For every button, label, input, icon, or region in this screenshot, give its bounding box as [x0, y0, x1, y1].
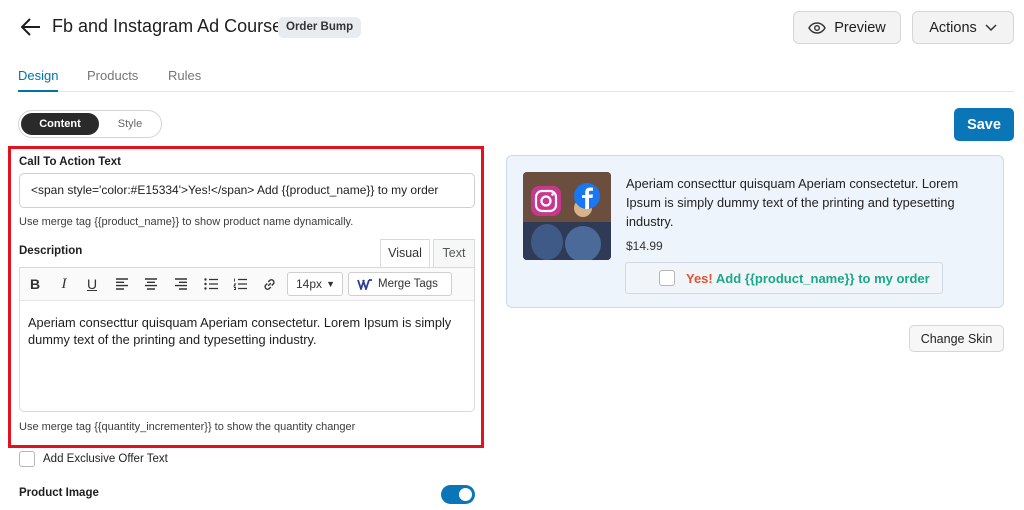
- product-image-toggle[interactable]: [441, 485, 475, 504]
- editor-toolbar: B I U 14px ▼ Merge Tags: [20, 268, 474, 301]
- merge-tags-logo-icon: [357, 278, 372, 290]
- chevron-down-icon: [985, 23, 997, 31]
- bullet-list-icon[interactable]: [200, 273, 222, 295]
- tab-design[interactable]: Design: [18, 68, 58, 83]
- change-skin-button[interactable]: Change Skin: [909, 325, 1004, 352]
- actions-button[interactable]: Actions: [912, 11, 1014, 44]
- tab-visual[interactable]: Visual: [380, 239, 430, 268]
- font-size-value: 14px: [296, 277, 323, 291]
- product-image-label: Product Image: [19, 487, 99, 499]
- description-label: Description: [19, 245, 83, 257]
- arrow-left-icon: [21, 18, 40, 36]
- tab-products[interactable]: Products: [87, 68, 138, 83]
- segment-content[interactable]: Content: [21, 113, 99, 135]
- align-center-icon[interactable]: [140, 273, 162, 295]
- actions-label: Actions: [929, 19, 977, 36]
- underline-icon[interactable]: U: [81, 273, 103, 295]
- tab-bar: Design Products Rules: [18, 62, 1014, 92]
- tab-rules[interactable]: Rules: [168, 68, 201, 83]
- cta-text-input[interactable]: <span style='color:#E15334'>Yes!</span> …: [19, 173, 475, 208]
- exclusive-offer-label: Add Exclusive Offer Text: [43, 453, 168, 465]
- preview-cta-yes: Yes!: [686, 270, 713, 286]
- tab-text[interactable]: Text: [433, 239, 475, 267]
- order-bump-preview: Aperiam consecttur quisquam Aperiam cons…: [506, 155, 1004, 308]
- align-left-icon[interactable]: [111, 273, 133, 295]
- eye-icon: [808, 21, 827, 34]
- preview-description: Aperiam consecttur quisquam Aperiam cons…: [626, 176, 959, 229]
- description-text[interactable]: Aperiam consecttur quisquam Aperiam cons…: [28, 314, 458, 348]
- numbered-list-icon[interactable]: [229, 273, 251, 295]
- preview-cta-checkbox[interactable]: [659, 270, 675, 286]
- bold-icon[interactable]: B: [24, 273, 46, 295]
- save-button[interactable]: Save: [954, 108, 1014, 141]
- exclusive-offer-checkbox[interactable]: [19, 451, 35, 467]
- cta-label: Call To Action Text: [19, 156, 122, 168]
- preview-cta-text: Add {{product_name}} to my order: [715, 270, 930, 286]
- tab-active-indicator: [18, 90, 58, 92]
- toggle-knob: [459, 488, 472, 501]
- content-style-switch: Content Style: [18, 110, 162, 138]
- cta-help-text: Use merge tag {{product_name}} to show p…: [19, 216, 354, 228]
- preview-label: Preview: [834, 19, 886, 36]
- font-size-select[interactable]: 14px ▼: [287, 272, 343, 296]
- caret-down-icon: ▼: [326, 279, 335, 289]
- preview-price: $14.99: [626, 239, 663, 253]
- back-button[interactable]: [18, 14, 44, 40]
- merge-tags-button[interactable]: Merge Tags: [348, 272, 452, 296]
- product-photo-illustration: [523, 172, 611, 260]
- merge-tags-label: Merge Tags: [378, 278, 438, 290]
- product-image: [523, 172, 611, 260]
- link-icon[interactable]: [258, 273, 280, 295]
- description-help-text: Use merge tag {{quantity_incrementer}} t…: [19, 421, 356, 433]
- italic-icon[interactable]: I: [53, 273, 75, 295]
- preview-button[interactable]: Preview: [793, 11, 901, 44]
- align-right-icon[interactable]: [170, 273, 192, 295]
- preview-cta[interactable]: Yes! Add {{product_name}} to my order: [625, 262, 943, 294]
- status-badge: Order Bump: [278, 17, 362, 38]
- page-title: Fb and Instagram Ad Course: [52, 16, 283, 36]
- description-editor: B I U 14px ▼ Merge Tags Aperiam consectt: [19, 267, 475, 412]
- segment-style[interactable]: Style: [101, 113, 159, 135]
